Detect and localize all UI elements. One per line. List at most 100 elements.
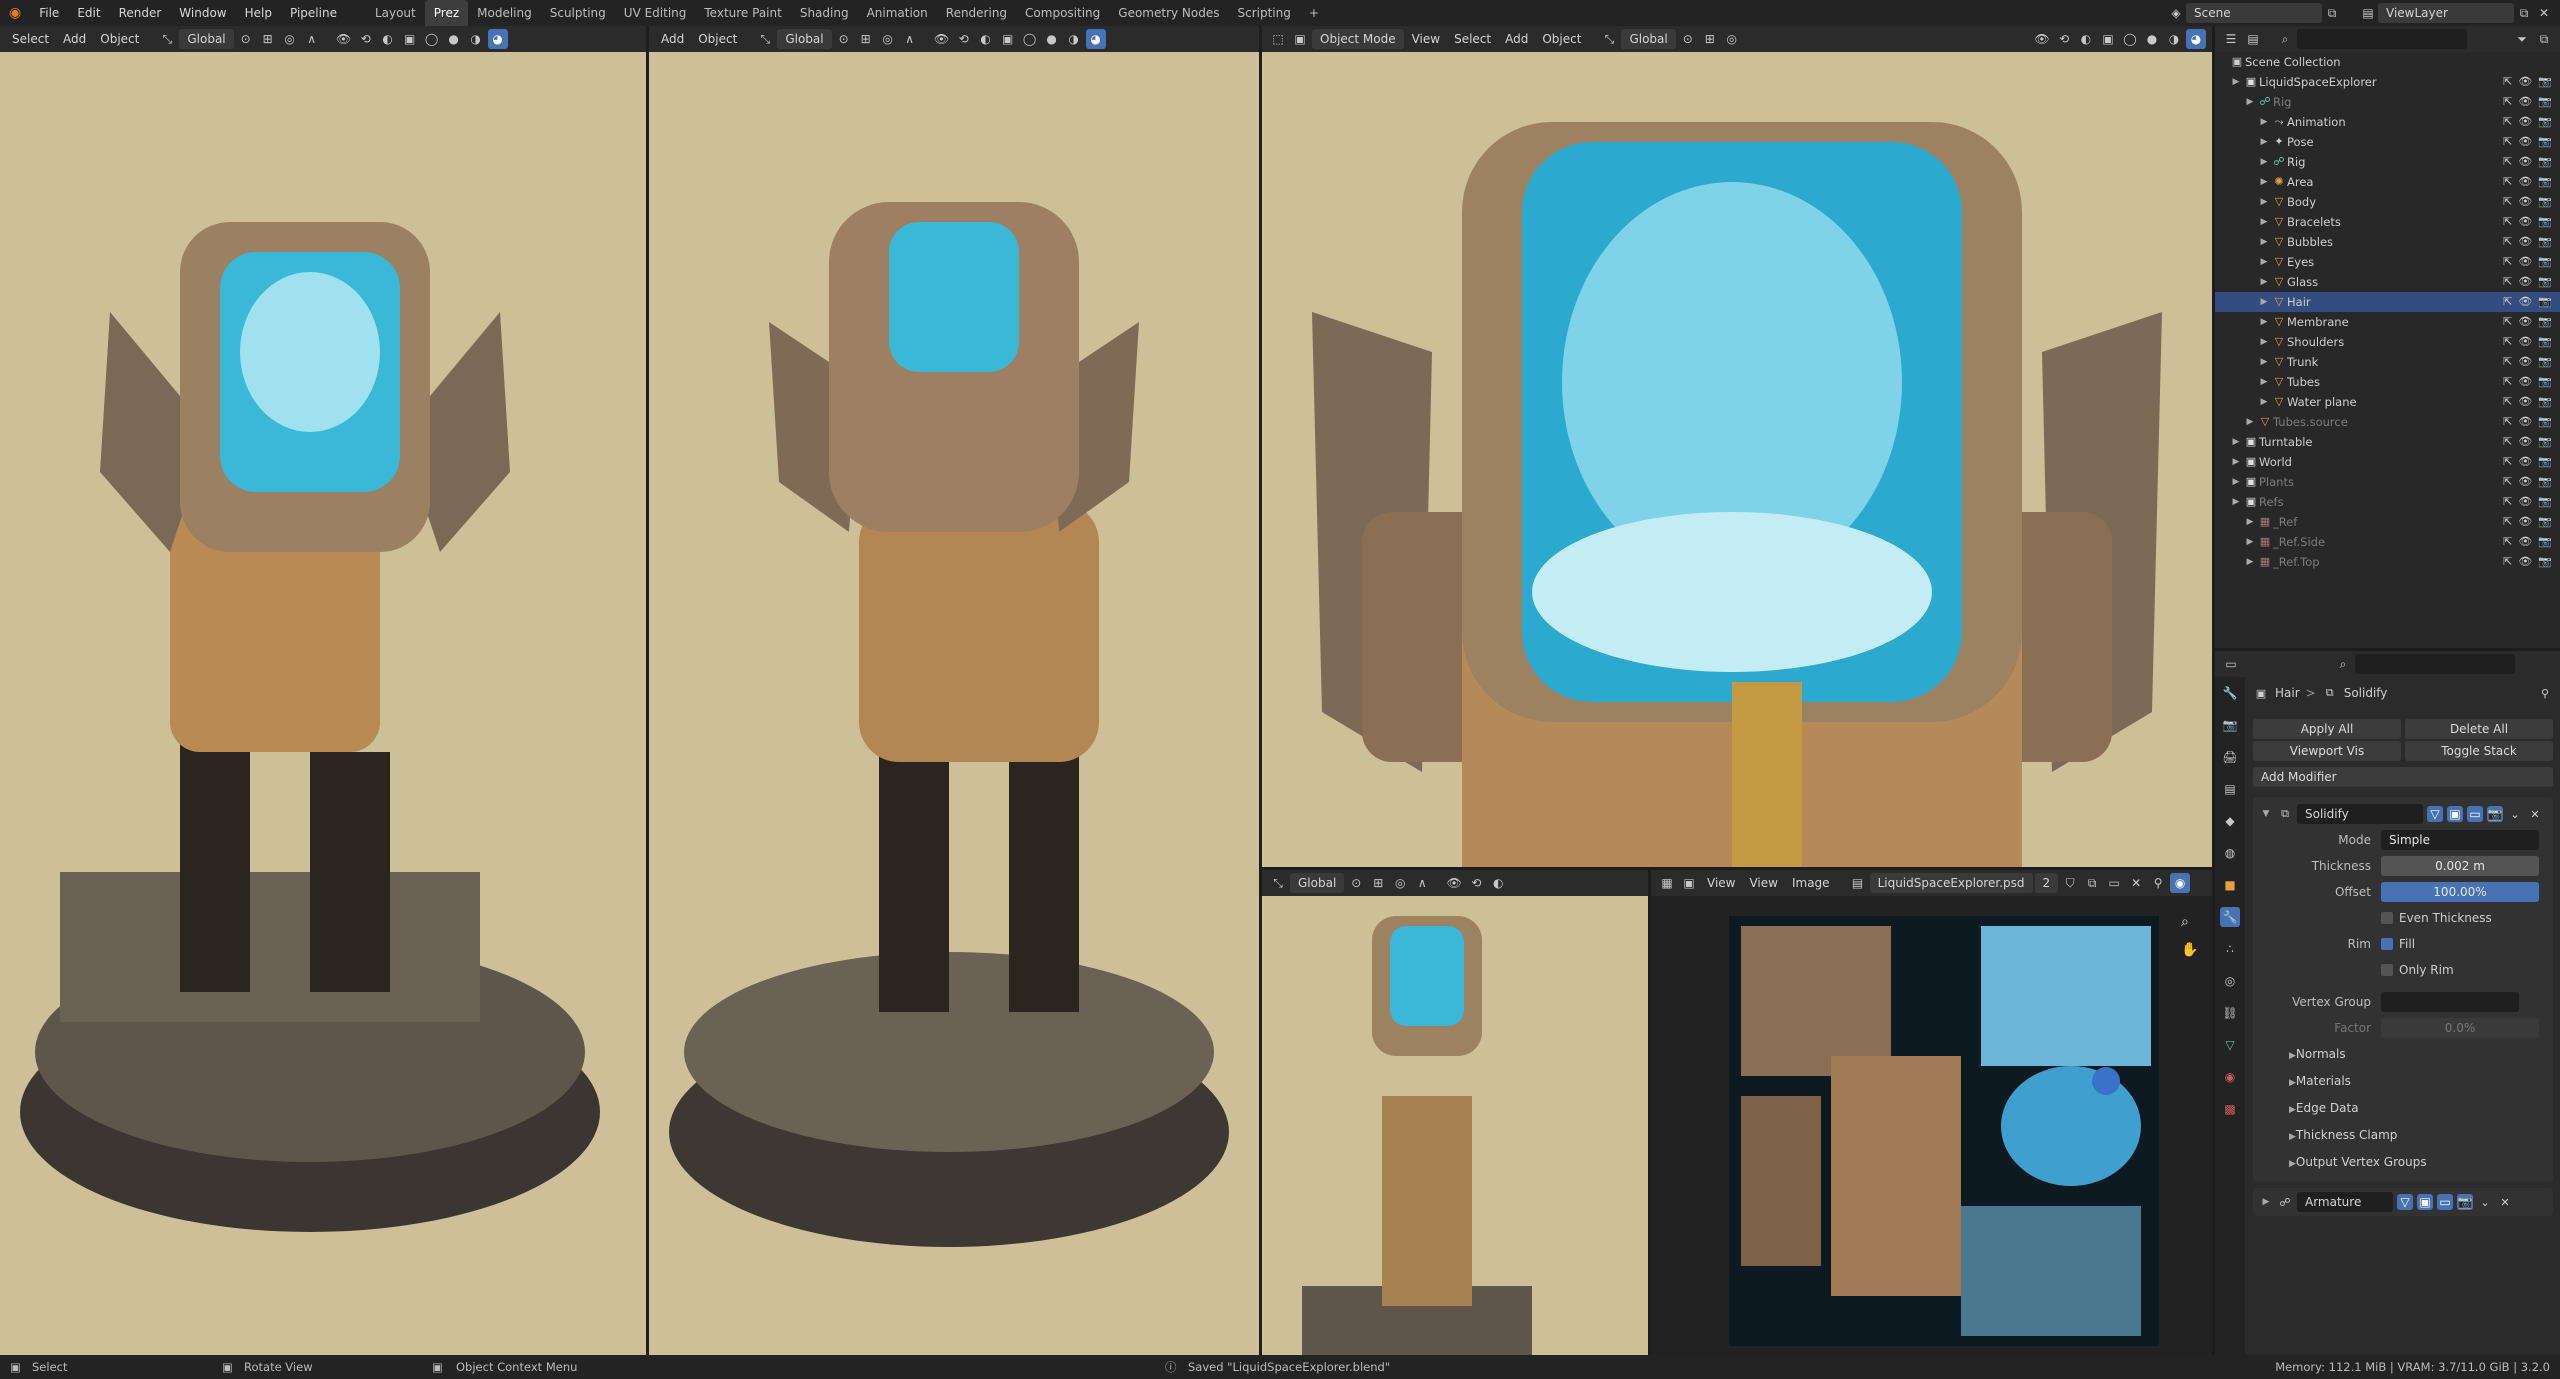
- outliner-row-trunk[interactable]: ▶ ▽ Trunk ⇱ 👁 📷: [2215, 352, 2560, 372]
- viewport1-menu-select[interactable]: Select: [6, 29, 55, 49]
- tab-geometry-nodes[interactable]: Geometry Nodes: [1109, 0, 1228, 26]
- proportional-icon[interactable]: ◎: [1390, 873, 1410, 893]
- viewport1-canvas[interactable]: [0, 52, 646, 1355]
- tab-layout[interactable]: Layout: [366, 0, 425, 26]
- eye-icon[interactable]: 👁: [2518, 192, 2532, 212]
- select-toggle-icon[interactable]: ⇱: [2503, 532, 2512, 552]
- tab-shading[interactable]: Shading: [791, 0, 858, 26]
- outliner-row-ref[interactable]: ▶ ▦ _Ref ⇱ 👁 📷: [2215, 512, 2560, 532]
- eye-icon[interactable]: 👁: [2518, 112, 2532, 132]
- outliner-row-area[interactable]: ▶ ✺ Area ⇱ 👁 📷: [2215, 172, 2560, 192]
- viewport2-menu-add[interactable]: Add: [655, 29, 690, 49]
- expand-icon[interactable]: ▶: [2257, 112, 2271, 132]
- expand-icon[interactable]: ▶: [2257, 392, 2271, 412]
- data-tab-icon[interactable]: ▽: [2220, 1035, 2240, 1055]
- overlay-icon[interactable]: ◐: [2076, 29, 2096, 49]
- tab-rendering[interactable]: Rendering: [937, 0, 1016, 26]
- eye-icon[interactable]: 👁: [2518, 492, 2532, 512]
- eye-icon[interactable]: 👁: [2518, 392, 2532, 412]
- zoom-icon[interactable]: ⌕: [2181, 914, 2189, 930]
- camera-icon[interactable]: 📷: [2538, 432, 2552, 452]
- outliner-row-glass[interactable]: ▶ ▽ Glass ⇱ 👁 📷: [2215, 272, 2560, 292]
- visibility-icon[interactable]: 👁: [1444, 873, 1464, 893]
- select-toggle-icon[interactable]: ⇱: [2503, 352, 2512, 372]
- menu-pipeline[interactable]: Pipeline: [281, 0, 346, 26]
- expand-icon[interactable]: ▶: [2257, 272, 2271, 292]
- eye-icon[interactable]: 👁: [2518, 232, 2532, 252]
- modifier-tab-icon[interactable]: 🔧: [2220, 907, 2240, 927]
- outliner-row-world[interactable]: ▶ ▣ World ⇱ 👁 📷: [2215, 452, 2560, 472]
- expand-icon[interactable]: ▶: [2257, 352, 2271, 372]
- only-rim-check[interactable]: [2381, 964, 2393, 976]
- camera-icon[interactable]: 📷: [2538, 92, 2552, 112]
- outliner-row-shoulders[interactable]: ▶ ▽ Shoulders ⇱ 👁 📷: [2215, 332, 2560, 352]
- eye-icon[interactable]: 👁: [2518, 152, 2532, 172]
- render-toggle-icon[interactable]: 📷: [2487, 806, 2503, 822]
- falloff-icon[interactable]: ∧: [1412, 873, 1432, 893]
- fill-check[interactable]: [2381, 938, 2393, 950]
- material-tab-icon[interactable]: ◉: [2220, 1067, 2240, 1087]
- outliner-row-bracelets[interactable]: ▶ ▽ Bracelets ⇱ 👁 📷: [2215, 212, 2560, 232]
- camera-icon[interactable]: 📷: [2538, 192, 2552, 212]
- outliner-row-rig[interactable]: ▶ ☍ Rig ⇱ 👁 📷: [2215, 92, 2560, 112]
- copy-scene-icon[interactable]: ⧉: [2322, 3, 2342, 23]
- outliner-search-input[interactable]: [2297, 29, 2467, 49]
- tab-sculpting[interactable]: Sculpting: [541, 0, 615, 26]
- copy-viewlayer-icon[interactable]: ⧉: [2514, 3, 2534, 23]
- properties-search-input[interactable]: [2355, 654, 2515, 674]
- viewport2-canvas[interactable]: [649, 52, 1259, 1355]
- new-collection-icon[interactable]: ⧉: [2534, 29, 2554, 49]
- outliner-row-animation[interactable]: ▶ ⤳ Animation ⇱ 👁 📷: [2215, 112, 2560, 132]
- armature-name-field[interactable]: Armature: [2297, 1192, 2393, 1212]
- viewport3-canvas[interactable]: [1262, 52, 2212, 867]
- editor-type-icon[interactable]: ▭: [2221, 654, 2241, 674]
- eye-icon[interactable]: 👁: [2518, 72, 2532, 92]
- viewport3-menu-select[interactable]: Select: [1448, 29, 1497, 49]
- select-toggle-icon[interactable]: ⇱: [2503, 72, 2512, 92]
- select-toggle-icon[interactable]: ⇱: [2503, 372, 2512, 392]
- rendered-shading-icon[interactable]: ◕: [1085, 29, 1106, 49]
- expand-icon[interactable]: ▶: [2257, 252, 2271, 272]
- image-menu-view[interactable]: View: [1743, 873, 1783, 893]
- snap-icon[interactable]: ⊞: [258, 29, 278, 49]
- expand-icon[interactable]: ▶: [2257, 152, 2271, 172]
- eye-icon[interactable]: 👁: [2518, 352, 2532, 372]
- camera-icon[interactable]: 📷: [2538, 532, 2552, 552]
- tab-uv-editing[interactable]: UV Editing: [615, 0, 696, 26]
- eye-icon[interactable]: 👁: [2518, 172, 2532, 192]
- pivot-icon[interactable]: ⊙: [1346, 873, 1366, 893]
- wireframe-shading-icon[interactable]: ◯: [422, 29, 442, 49]
- gizmo-icon[interactable]: ⟲: [356, 29, 376, 49]
- select-toggle-icon[interactable]: ⇱: [2503, 432, 2512, 452]
- expand-icon[interactable]: ▶: [2257, 212, 2271, 232]
- solid-shading-icon[interactable]: ●: [444, 29, 464, 49]
- expand-icon[interactable]: ▶: [2243, 412, 2257, 432]
- select-toggle-icon[interactable]: ⇱: [2503, 552, 2512, 572]
- viewport2-menu-object[interactable]: Object: [692, 29, 743, 49]
- xray-icon[interactable]: ▣: [998, 29, 1018, 49]
- select-toggle-icon[interactable]: ⇱: [2503, 512, 2512, 532]
- thickness-field[interactable]: 0.002 m: [2381, 856, 2539, 876]
- eye-icon[interactable]: 👁: [2518, 512, 2532, 532]
- outliner-row-water-plane[interactable]: ▶ ▽ Water plane ⇱ 👁 📷: [2215, 392, 2560, 412]
- camera-icon[interactable]: 📷: [2538, 392, 2552, 412]
- expand-icon[interactable]: ▶: [2257, 232, 2271, 252]
- viewport1-menu-object[interactable]: Object: [94, 29, 145, 49]
- camera-icon[interactable]: 📷: [2538, 452, 2552, 472]
- subpanel-edge-data[interactable]: ▶Edge Data: [2253, 1095, 2553, 1122]
- viewport4-orientation-dropdown[interactable]: Global: [1290, 873, 1345, 893]
- pin-icon[interactable]: ⚲: [2148, 873, 2168, 893]
- outliner-row-hair[interactable]: ▶ ▽ Hair ⇱ 👁 📷: [2215, 292, 2560, 312]
- viewport3-menu-add[interactable]: Add: [1499, 29, 1534, 49]
- camera-icon[interactable]: 📷: [2538, 512, 2552, 532]
- expand-icon[interactable]: ▶: [2259, 1197, 2273, 1207]
- subpanel-normals[interactable]: ▶Normals: [2253, 1041, 2553, 1068]
- expand-icon[interactable]: ▶: [2257, 312, 2271, 332]
- object-tab-icon[interactable]: ■: [2220, 875, 2240, 895]
- select-toggle-icon[interactable]: ⇱: [2503, 152, 2512, 172]
- select-toggle-icon[interactable]: ⇱: [2503, 92, 2512, 112]
- camera-icon[interactable]: 📷: [2538, 472, 2552, 492]
- camera-icon[interactable]: 📷: [2538, 492, 2552, 512]
- eye-icon[interactable]: 👁: [2518, 452, 2532, 472]
- blender-logo-icon[interactable]: ◉: [0, 0, 30, 26]
